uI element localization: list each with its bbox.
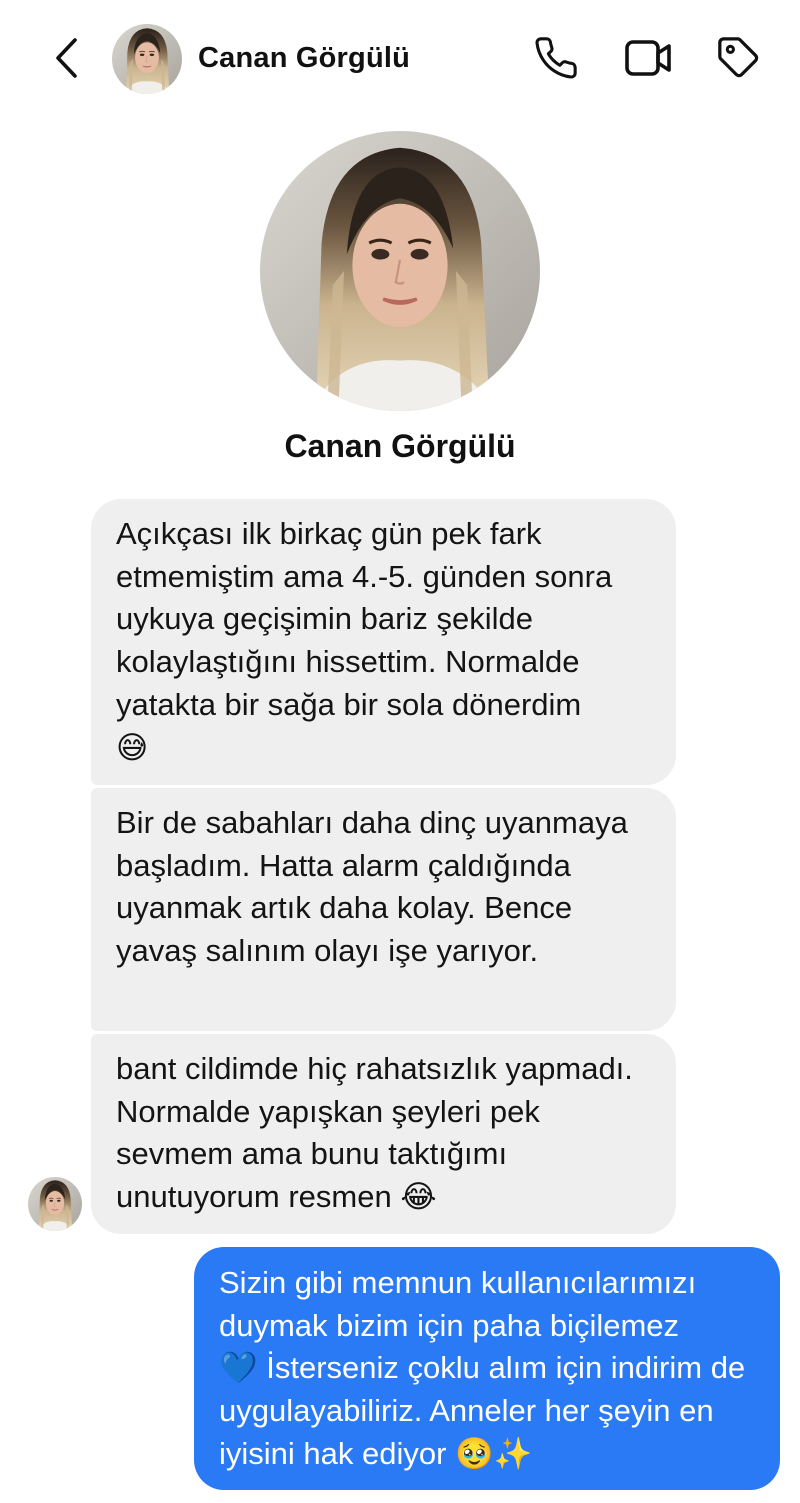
chat-header: Canan Görgülü — [0, 0, 800, 120]
message-text: Sizin gibi memnun kullanıcılarımızı duym… — [219, 1265, 697, 1343]
chevron-left-icon — [53, 37, 79, 84]
blue-heart-emoji: 💙 — [219, 1350, 258, 1387]
incoming-message[interactable]: bant cildimde hiç rahatsızlık yapmadı. N… — [91, 1034, 676, 1234]
profile-photo[interactable] — [260, 131, 540, 411]
pleading-sparkles-emoji: 🥹✨ — [455, 1435, 533, 1472]
incoming-message[interactable]: Bir de sabahları daha dinç uyanmaya başl… — [91, 788, 676, 1031]
incoming-message[interactable]: Açıkçası ilk birkaç gün pek fark etmemiş… — [91, 499, 676, 785]
sweat-smile-emoji: 😅 — [116, 729, 149, 766]
message-text: Açıkçası ilk birkaç gün pek fark etmemiş… — [116, 516, 613, 722]
laughing-tears-emoji: 😂 — [400, 1179, 437, 1216]
tag-icon — [716, 35, 762, 86]
voice-call-button[interactable] — [530, 34, 582, 86]
outgoing-message[interactable]: Sizin gibi memnun kullanıcılarımızı duym… — [194, 1247, 780, 1490]
contact-avatar[interactable] — [112, 24, 182, 94]
sender-avatar[interactable] — [28, 1177, 82, 1231]
video-camera-icon — [623, 37, 673, 84]
message-text: Bir de sabahları daha dinç uyanmaya başl… — [116, 805, 628, 969]
back-button[interactable] — [44, 37, 88, 84]
contact-name[interactable]: Canan Görgülü — [198, 42, 410, 75]
message-text: bant cildimde hiç rahatsızlık yapmadı. N… — [116, 1051, 633, 1215]
phone-icon — [533, 35, 579, 86]
video-call-button[interactable] — [622, 34, 674, 86]
profile-name: Canan Görgülü — [284, 428, 516, 464]
tag-button[interactable] — [713, 34, 765, 86]
